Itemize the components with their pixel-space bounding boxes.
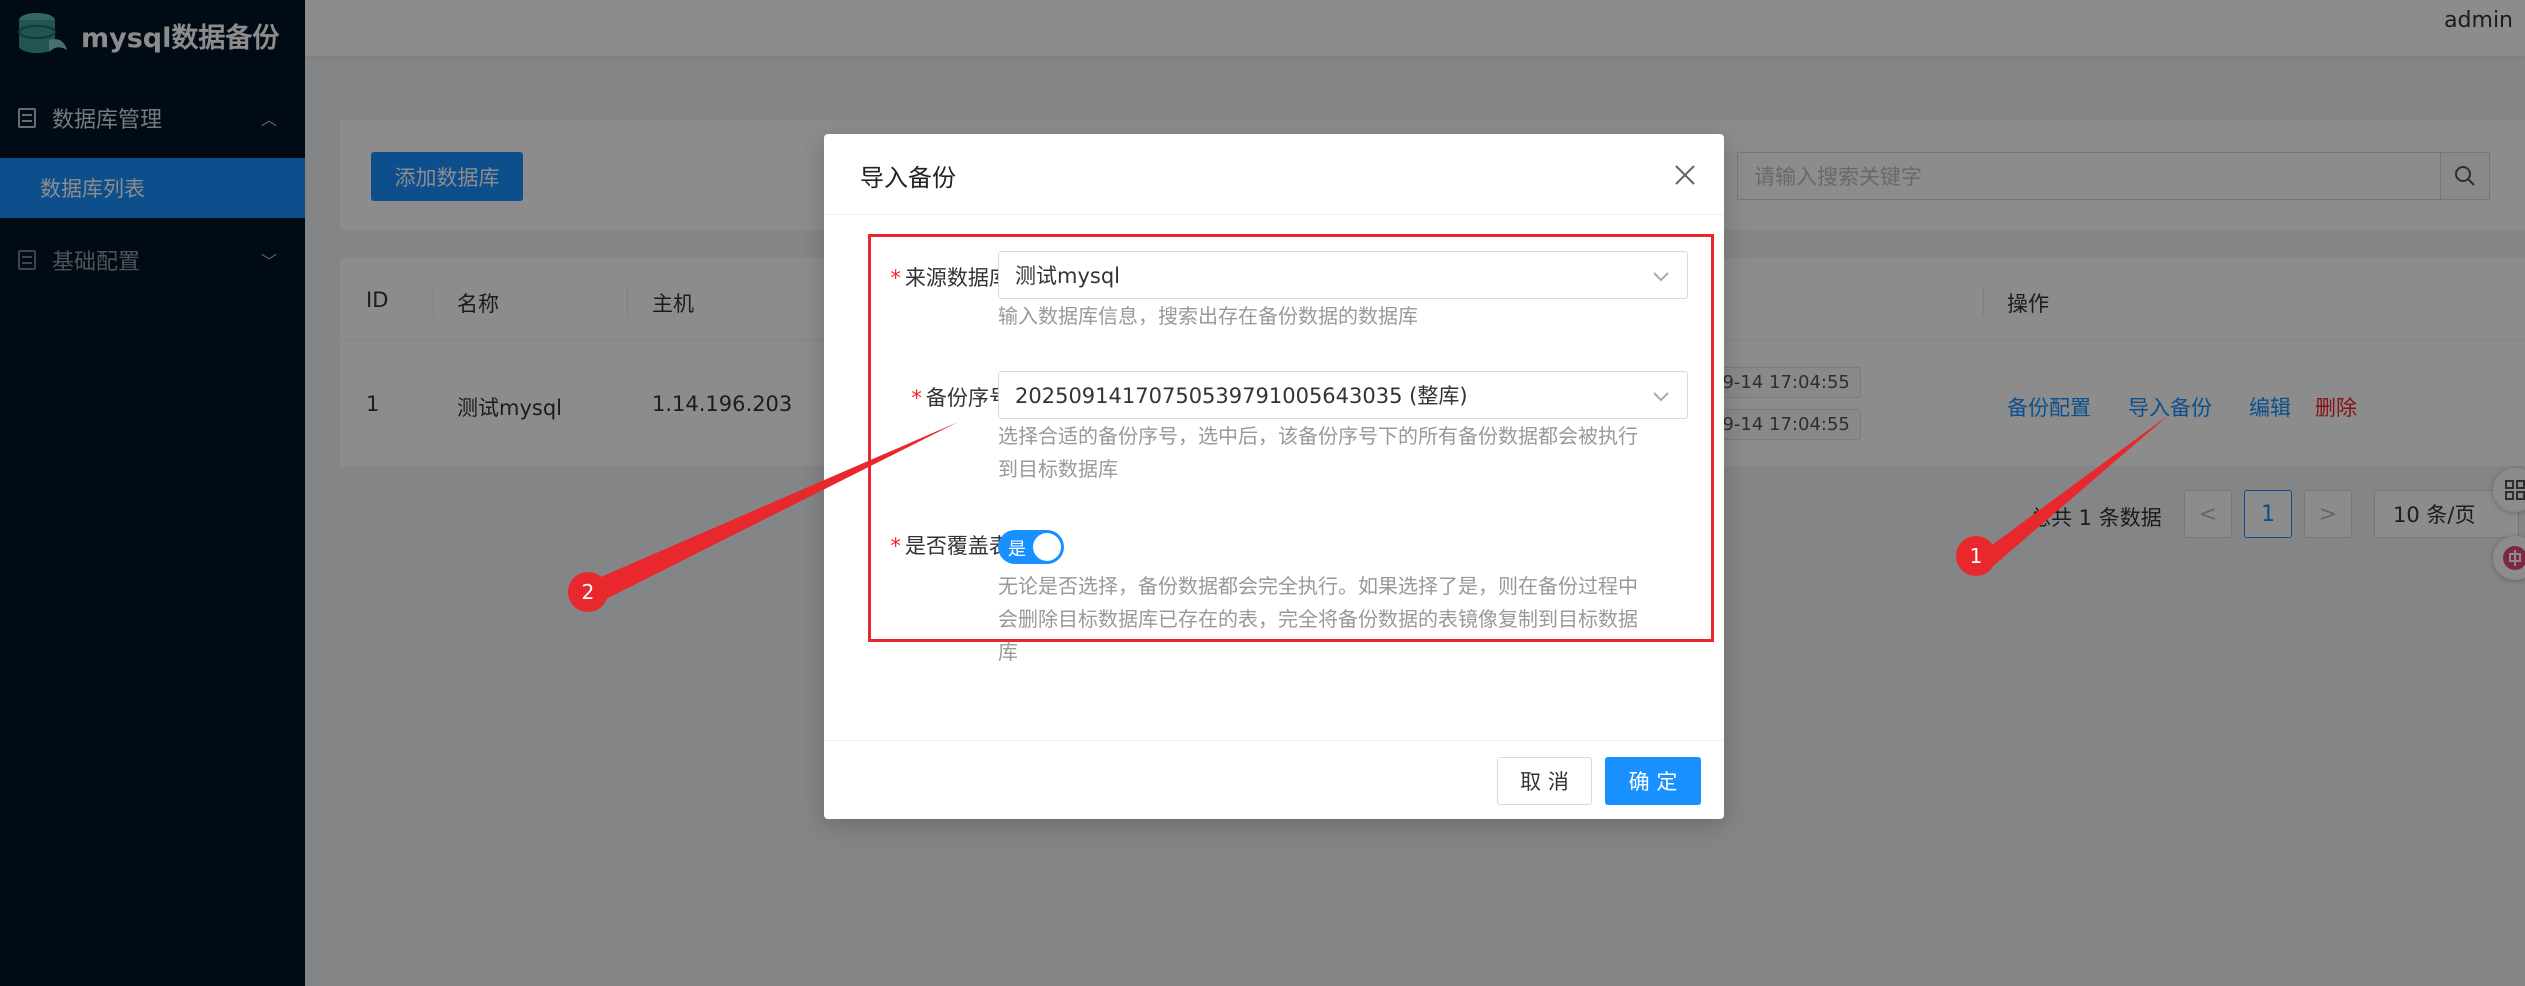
annotation-marker-2: 2 xyxy=(568,572,608,612)
annotation-marker-1: 1 xyxy=(1956,536,1996,576)
confirm-button[interactable]: 确 定 xyxy=(1605,757,1701,805)
dialog-footer-divider xyxy=(824,740,1724,741)
cancel-button[interactable]: 取 消 xyxy=(1497,757,1592,805)
annotation-highlight-box xyxy=(868,234,1714,642)
dialog-header-divider xyxy=(824,214,1724,215)
dialog-title: 导入备份 xyxy=(860,164,956,192)
close-icon[interactable] xyxy=(1670,160,1700,190)
